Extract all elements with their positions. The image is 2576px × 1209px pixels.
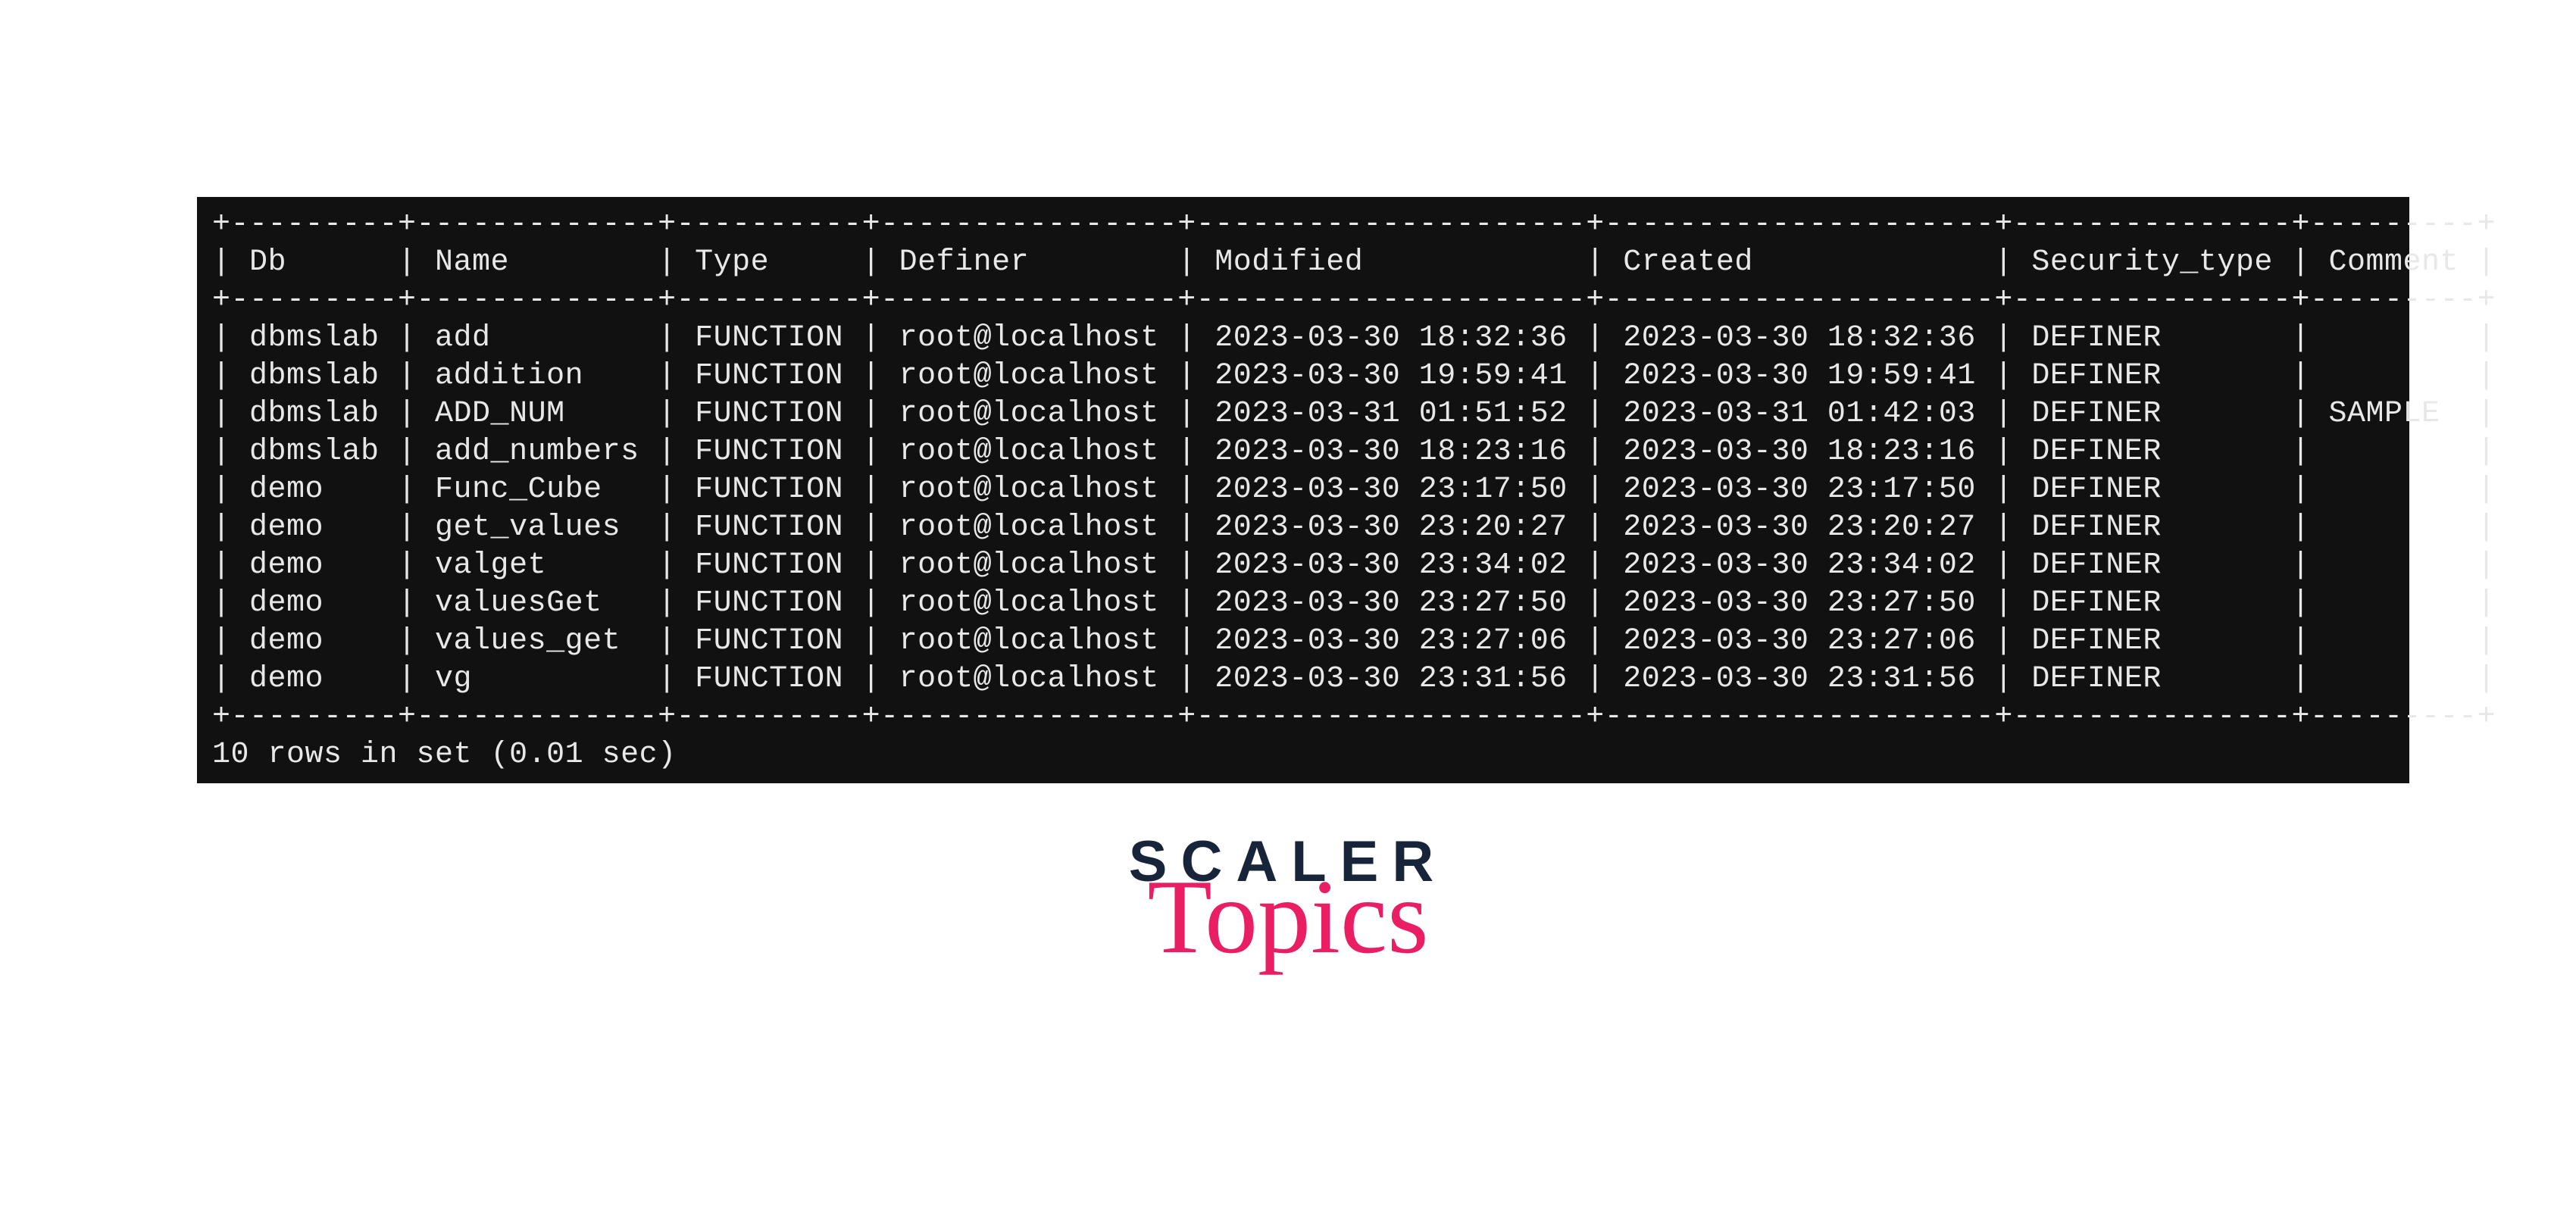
logo-topics-text: Topics: [1129, 870, 1447, 965]
terminal-output: +---------+-------------+----------+----…: [197, 197, 2409, 783]
scaler-topics-logo: SCALER Topics: [1129, 833, 1447, 965]
